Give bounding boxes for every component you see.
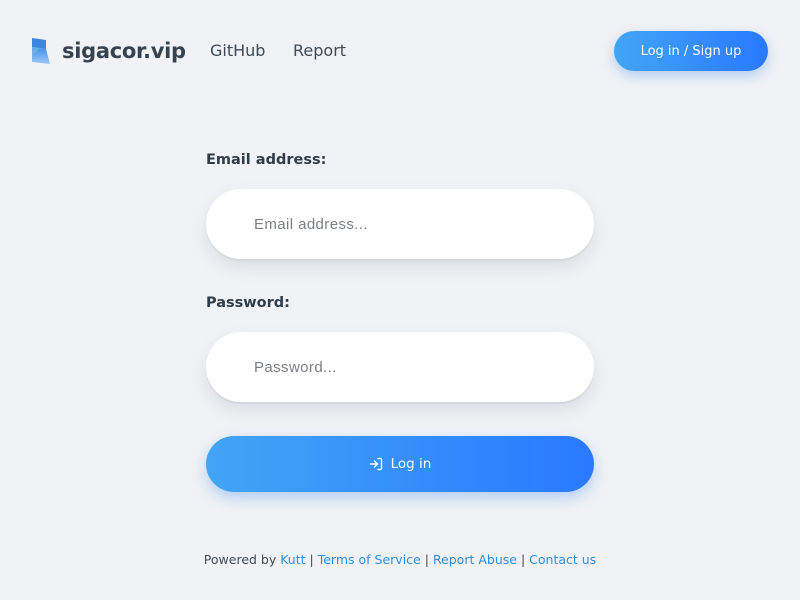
nav-report-link[interactable]: Report: [293, 41, 346, 60]
logo-mark-icon: [32, 38, 50, 64]
footer-separator: |: [424, 552, 429, 567]
password-field[interactable]: [206, 332, 594, 402]
report-abuse-link[interactable]: Report Abuse: [433, 552, 517, 567]
login-signup-button[interactable]: Log in / Sign up: [614, 31, 768, 71]
login-button-label: Log in: [390, 456, 432, 472]
email-label: Email address:: [206, 152, 327, 168]
footer: Powered by Kutt | Terms of Service | Rep…: [0, 552, 800, 567]
contact-us-link[interactable]: Contact us: [529, 552, 596, 567]
password-label: Password:: [206, 295, 290, 311]
powered-by-text: Powered by: [203, 552, 277, 567]
logo-link[interactable]: sigacor.vip: [32, 38, 186, 64]
header: sigacor.vip GitHub Report Log in / Sign …: [0, 0, 800, 100]
email-field[interactable]: [206, 189, 594, 259]
kutt-link[interactable]: Kutt: [280, 552, 305, 567]
login-button[interactable]: Log in: [206, 436, 594, 492]
terms-of-service-link[interactable]: Terms of Service: [318, 552, 421, 567]
page: sigacor.vip GitHub Report Log in / Sign …: [0, 0, 800, 600]
nav-github-link[interactable]: GitHub: [210, 41, 265, 60]
logo-text: sigacor.vip: [62, 39, 186, 63]
footer-separator: |: [309, 552, 314, 567]
login-arrow-icon: [369, 457, 382, 471]
footer-separator: |: [520, 552, 526, 567]
